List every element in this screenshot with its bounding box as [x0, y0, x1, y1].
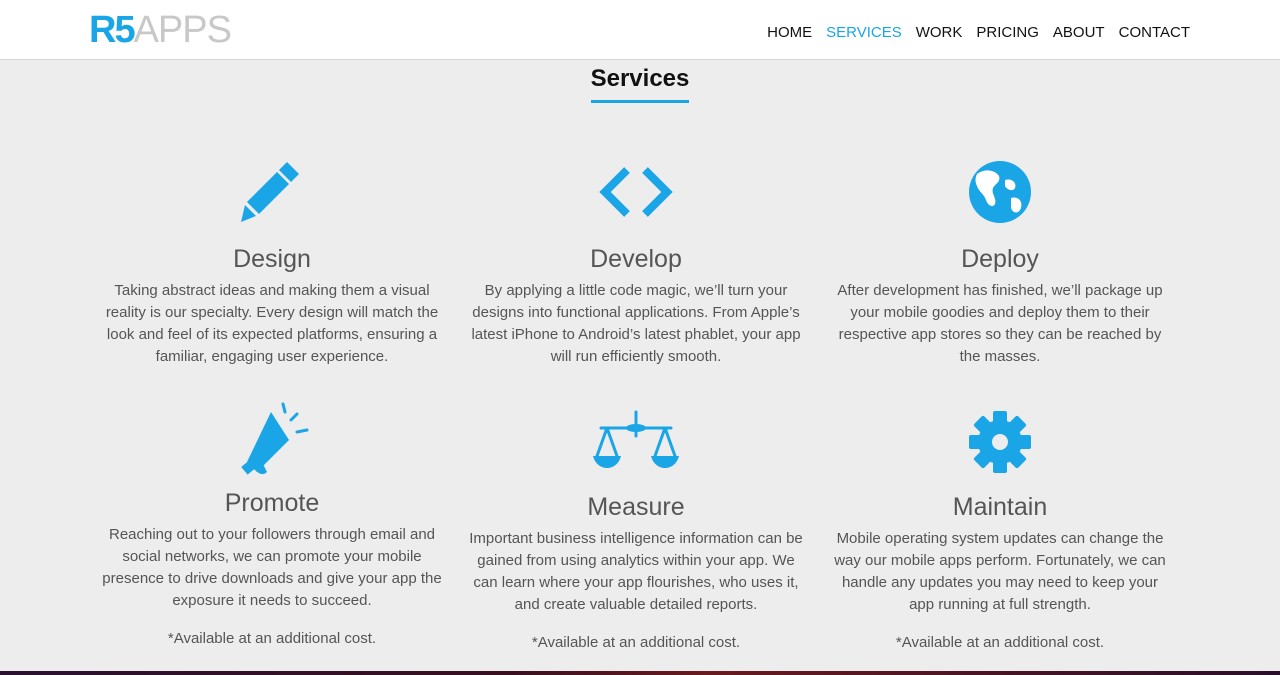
service-note: *Available at an additional cost.: [895, 634, 1105, 651]
service-title: Promote: [224, 489, 320, 517]
gear-icon: [969, 411, 1031, 473]
nav-home-link[interactable]: HOME: [767, 23, 812, 43]
pencil-icon: [241, 162, 299, 222]
section-title: Services: [590, 65, 690, 92]
code-icon: [599, 167, 673, 217]
service-note: *Available at an additional cost.: [167, 630, 377, 647]
megaphone-icon: [241, 402, 309, 475]
service-description: By applying a little code magic, we’ll t…: [471, 282, 801, 365]
service-title: Design: [233, 245, 311, 273]
services-section: Services Design Taking abstract ideas an…: [0, 60, 1280, 671]
service-description: Important business intelligence informat…: [469, 530, 803, 613]
nav-services-link[interactable]: SERVICES: [826, 23, 902, 43]
nav-contact-link[interactable]: CONTACT: [1119, 23, 1190, 43]
service-maintain: Maintain Mobile operating system updates…: [830, 406, 1170, 654]
logo-mark: R5: [89, 9, 136, 51]
footer-background-strip: [0, 671, 1280, 675]
service-description: After development has finished, we’ll pa…: [837, 282, 1163, 365]
service-deploy: Deploy After development has finished, w…: [830, 158, 1170, 368]
service-description: Reaching out to your followers through e…: [102, 526, 442, 609]
service-promote: Promote Reaching out to your followers t…: [102, 402, 442, 650]
service-note: *Available at an additional cost.: [531, 634, 741, 651]
service-description: Mobile operating system updates can chan…: [834, 530, 1166, 613]
site-header: R5 APPS HOME SERVICES WORK PRICING ABOUT …: [0, 0, 1280, 60]
service-title: Measure: [587, 493, 685, 521]
service-measure: Measure Important business intelligence …: [466, 406, 806, 654]
title-underline: [591, 100, 689, 103]
nav-about-link[interactable]: ABOUT: [1053, 23, 1105, 43]
service-develop: Develop By applying a little code magic,…: [466, 158, 806, 368]
nav-pricing-link[interactable]: PRICING: [976, 23, 1039, 43]
service-design: Design Taking abstract ideas and making …: [102, 158, 442, 368]
service-title: Maintain: [952, 493, 1048, 521]
service-title: Deploy: [961, 245, 1039, 273]
service-title: Develop: [590, 245, 682, 273]
scales-icon: [593, 410, 679, 468]
logo-word: APPS: [133, 9, 232, 51]
service-description: Taking abstract ideas and making them a …: [105, 282, 439, 365]
main-nav: HOME SERVICES WORK PRICING ABOUT CONTACT: [767, 23, 1190, 43]
nav-work-link[interactable]: WORK: [916, 23, 963, 43]
globe-icon: [969, 161, 1031, 223]
site-logo[interactable]: R5 APPS: [89, 9, 232, 51]
